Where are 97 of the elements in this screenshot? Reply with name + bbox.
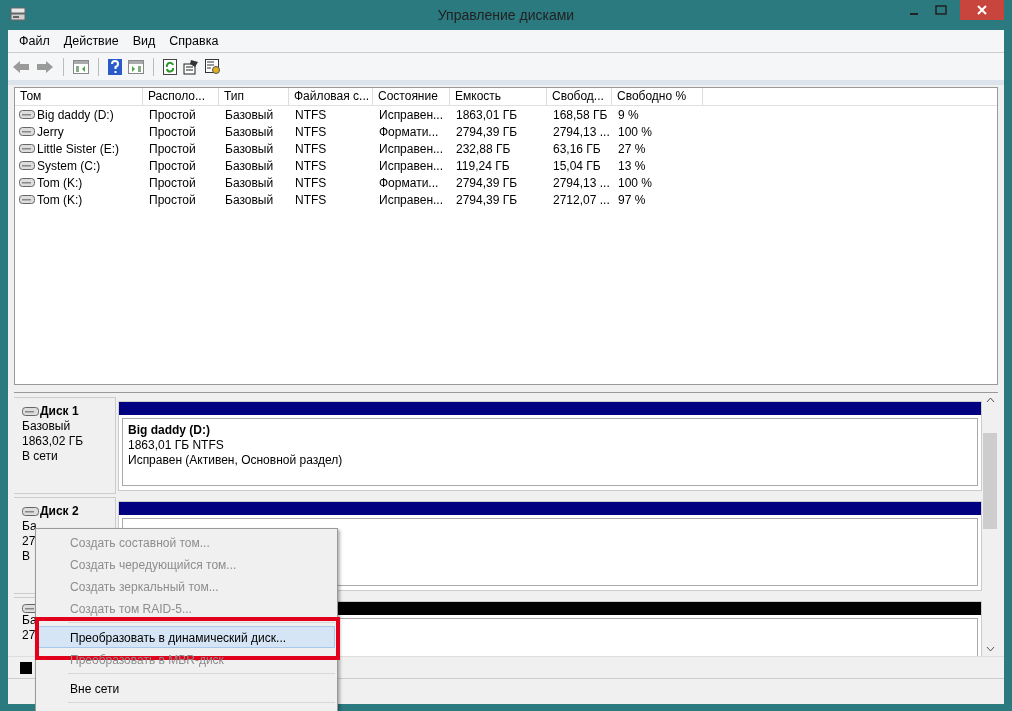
table-cell: Базовый [225,124,274,139]
table-cell: Исправен... [379,192,443,207]
table-cell: Формати... [379,124,439,139]
disk-info: Ба [22,519,37,534]
table-cell: Простой [149,175,196,190]
column-header[interactable]: Том [15,88,143,105]
column-header[interactable]: Файловая с... [289,88,373,105]
table-cell: 63,16 ГБ [553,141,601,156]
maximize-icon [934,5,947,15]
table-cell: Исправен... [379,141,443,156]
menu-item[interactable]: Вне сети [38,677,335,699]
table-cell: NTFS [295,175,327,190]
disk-name: Диск 1 [40,404,79,419]
disk-info: 27 [22,534,36,549]
table-cell: NTFS [295,141,327,156]
disk-info: Базовый [22,419,71,434]
properties-icon[interactable] [183,58,199,75]
console-tree-icon[interactable] [73,59,89,74]
table-cell: NTFS [295,124,327,139]
table-cell: Tom (K:) [37,175,83,190]
table-cell: Формати... [379,175,439,190]
app-icon [10,7,26,21]
table-cell: Исправен... [379,158,443,173]
partition-info: Исправен (Активен, Основной раздел) [128,453,344,468]
table-cell: Простой [149,141,196,156]
menu-item[interactable]: Вид [125,34,163,48]
column-header[interactable]: Располо... [143,88,219,105]
table-cell: Простой [149,192,196,207]
scroll-down-icon[interactable] [985,646,995,652]
menu-item[interactable]: Преобразовать в динамический диск... [38,626,335,648]
table-cell: 2794,13 ... [553,124,610,139]
drive-icon [19,195,35,204]
column-header[interactable]: Состояние [373,88,450,105]
table-cell: Little Sister (E:) [37,141,120,156]
table-cell: NTFS [295,158,327,173]
back-icon[interactable] [12,59,30,74]
refresh-icon[interactable] [163,58,177,75]
column-header[interactable]: Свобод... [547,88,612,105]
drive-icon [19,127,35,136]
table-cell: 2794,13 ... [553,175,610,190]
table-cell: System (C:) [37,158,101,173]
disk-name: Диск 2 [40,504,79,519]
table-cell: Исправен... [379,107,443,122]
action-pane-icon[interactable] [128,59,144,74]
column-header[interactable]: Свободно % [612,88,703,105]
table-cell: 2794,39 ГБ [456,124,518,139]
table-cell: Базовый [225,141,274,156]
table-cell: 13 % [618,158,646,173]
table-cell: Jerry [37,124,64,139]
disk-info: 1863,02 ГБ [22,434,84,449]
table-cell: Простой [149,158,196,173]
table-cell: Big daddy (D:) [37,107,114,122]
table-cell: Tom (K:) [37,192,83,207]
partition[interactable]: Big daddy (D:) 1863,01 ГБ NTFS Исправен (Активен, Основной раздел) [118,401,982,491]
drive-icon [19,110,35,119]
menu-item[interactable]: Файл [12,34,57,48]
disk-info: В [22,549,30,564]
table-cell: 97 % [618,192,646,207]
table-cell: Базовый [225,158,274,173]
table-cell: 2794,39 ГБ [456,175,518,190]
table-cell: 168,58 ГБ [553,107,608,122]
close-icon [977,5,987,15]
forward-icon[interactable] [36,59,54,74]
minimize-icon [909,13,918,15]
table-cell: 2712,07 ... [553,192,610,207]
column-header[interactable]: Тип [219,88,289,105]
table-cell: Базовый [225,175,274,190]
table-cell: 1863,01 ГБ [456,107,518,122]
settings-icon[interactable] [205,58,221,75]
drive-icon [19,178,35,187]
menu-item[interactable]: Действие [56,34,126,48]
table-cell: 9 % [618,107,639,122]
table-cell: NTFS [295,192,327,207]
table-cell: 27 % [618,141,646,156]
table-cell: Простой [149,124,196,139]
window-title: Управление дисками [437,7,575,23]
close-button[interactable] [960,0,1004,20]
table-cell: 100 % [618,124,653,139]
menu-item[interactable]: Справка [162,34,226,48]
table-cell: Простой [149,107,196,122]
drive-icon [19,144,35,153]
partition-title: Big daddy (D:) [128,423,211,438]
scroll-up-icon[interactable] [985,397,995,403]
table-cell: Базовый [225,107,274,122]
drive-icon [19,161,35,170]
table-cell: Базовый [225,192,274,207]
table-cell: 15,04 ГБ [553,158,601,173]
table-cell: 2794,39 ГБ [456,192,518,207]
table-cell: 232,88 ГБ [456,141,511,156]
table-cell: 119,24 ГБ [456,158,510,173]
disk-info: В сети [22,449,58,464]
table-cell: NTFS [295,107,327,122]
disk-info: 27 [22,628,36,643]
table-cell: 100 % [618,175,653,190]
help-icon[interactable] [108,58,122,75]
column-header[interactable]: Емкость [450,88,547,105]
partition-info: 1863,01 ГБ NTFS [128,438,225,453]
